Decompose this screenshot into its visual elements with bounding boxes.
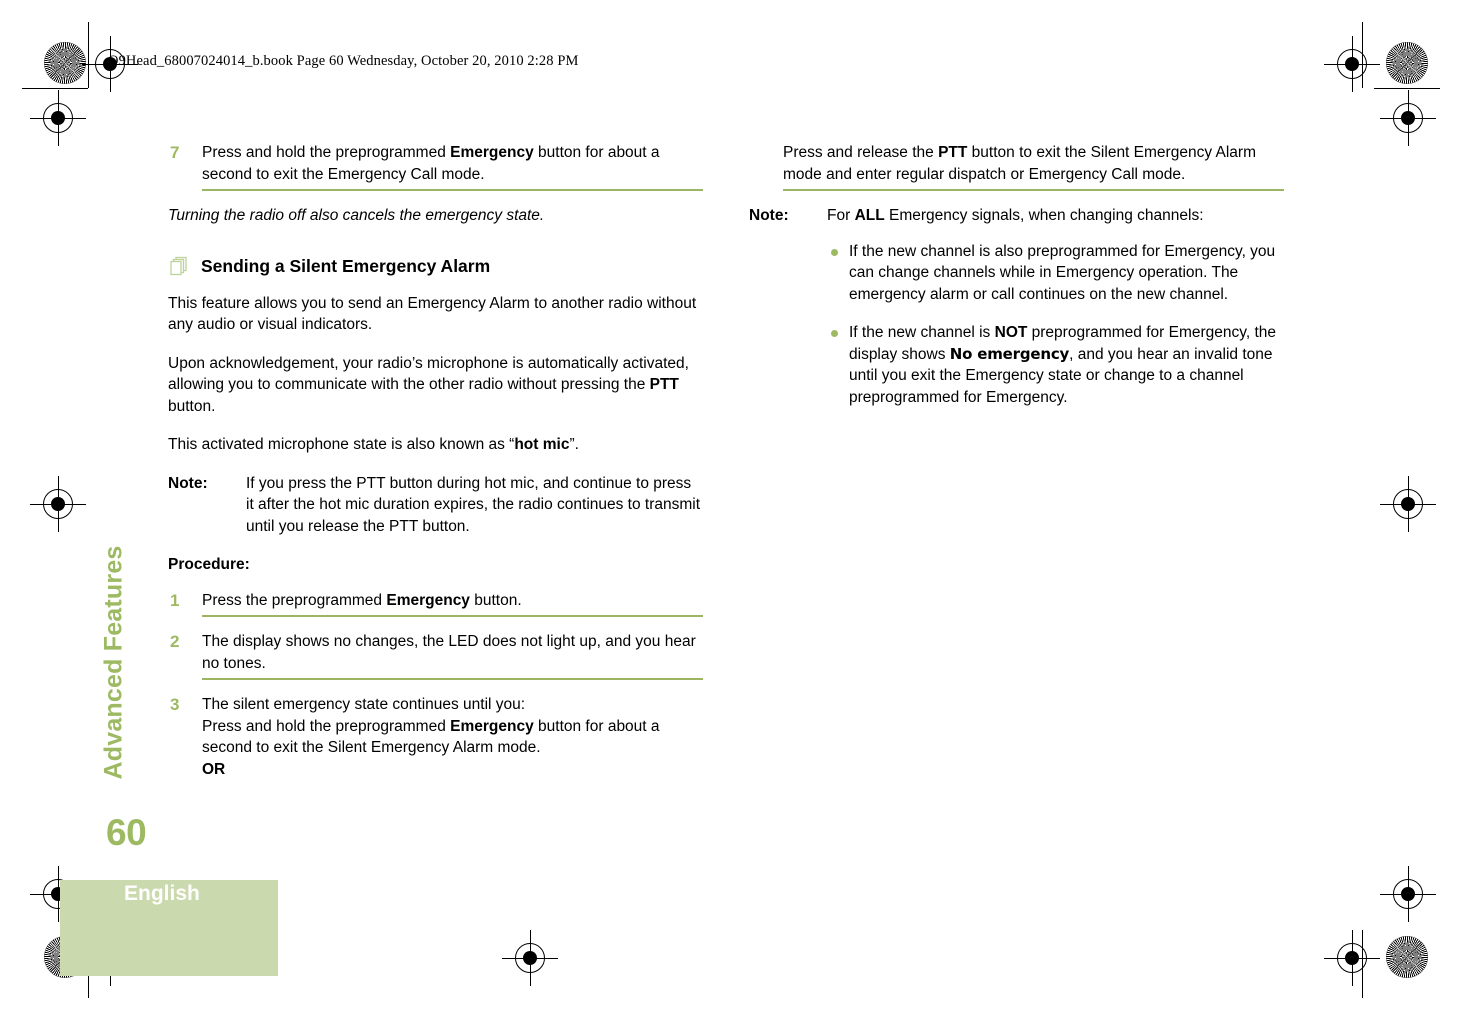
note-all-label: Note: [749,207,789,224]
step-2-text: The display shows no changes, the LED do… [202,633,696,672]
step-3-or: OR [202,760,226,778]
manual-page: O9Head_68007024014_b.book Page 60 Wednes… [0,0,1462,1013]
step-2-number: 2 [170,632,180,651]
language-label: English [124,882,200,905]
step-3-continuation-text: Press and release the PTT button to exit… [783,144,1256,183]
bullet-dot-icon [831,330,838,337]
trim-line-top-left-horizontal [22,88,88,89]
registration-mark-lower-right [1380,866,1436,922]
step-1-rule [202,615,703,617]
left-column: 7 Press and hold the preprogrammed Emerg… [168,142,703,783]
step-7-text: Press and hold the preprogrammed Emergen… [202,144,660,183]
procedure-label: Procedure: [168,556,250,573]
step-1: 1 Press the preprogrammed Emergency butt… [168,590,703,612]
note-text: If you press the PTT button during hot m… [246,474,701,535]
list-item: If the new channel is NOT preprogrammed … [827,322,1284,408]
note-label: Note: [168,474,208,492]
chapter-tab-label: Advanced Features [99,545,128,780]
registration-mark-bottom-center [502,930,558,986]
registration-mark-top-right-inner [1324,36,1380,92]
step-3: 3 The silent emergency state continues u… [168,694,703,780]
section-heading: Sending a Silent Emergency Alarm [168,255,703,277]
note-hot-mic: Note: If you press the PTT button during… [168,473,703,538]
step-2: 2 The display shows no changes, the LED … [168,631,703,674]
step-7: 7 Press and hold the preprogrammed Emerg… [168,142,703,185]
section-heading-text: Sending a Silent Emergency Alarm [201,255,491,276]
trim-line-top-right-horizontal [1374,88,1440,89]
step-7-number: 7 [170,143,180,162]
paragraph-3: This activated microphone state is also … [168,436,579,453]
bullet-dot-icon [831,248,838,256]
registration-mark-bottom-right-inner [1324,930,1380,986]
note-all-text: For ALL Emergency signals, when changing… [827,207,1204,224]
step-1-number: 1 [170,590,180,610]
step-3-continuation-rule [783,189,1284,191]
bullet-1-text: If the new channel is also preprogrammed… [849,242,1276,303]
document-header-line: O9Head_68007024014_b.book Page 60 Wednes… [108,53,579,69]
registration-mark-mid-right [1380,476,1436,532]
step-3-continuation: Press and release the PTT button to exit… [749,142,1284,185]
italic-note: Turning the radio off also cancels the e… [168,207,545,224]
step-1-text: Press the preprogrammed Emergency button… [202,591,522,609]
right-column: Press and release the PTT button to exit… [749,142,1284,425]
starburst-target-bottom-right [1386,936,1428,978]
paragraph-2: Upon acknowledgement, your radio’s micro… [168,354,689,415]
paragraph-1: This feature allows you to send an Emerg… [168,294,697,334]
starburst-target-top-left [44,42,86,84]
step-2-rule [202,678,703,680]
radio-display-text: No emergency [949,344,1070,363]
step-7-rule [202,189,703,191]
step-3-text: The silent emergency state continues unt… [202,696,660,778]
list-item: If the new channel is also preprogrammed… [827,241,1284,306]
bullet-2-text: If the new channel is NOT preprogrammed … [849,324,1277,406]
stacked-pages-icon [169,256,191,278]
starburst-target-top-right [1386,42,1428,84]
channel-change-bullet-list: If the new channel is also preprogrammed… [827,241,1284,409]
step-3-number: 3 [170,695,180,714]
registration-mark-mid-left [30,476,86,532]
registration-mark-upper-left-edge [30,90,86,146]
registration-mark-upper-right-edge [1380,90,1436,146]
page-number: 60 [106,812,147,853]
note-all-emergency: Note: For ALL Emergency signals, when ch… [749,205,1284,227]
